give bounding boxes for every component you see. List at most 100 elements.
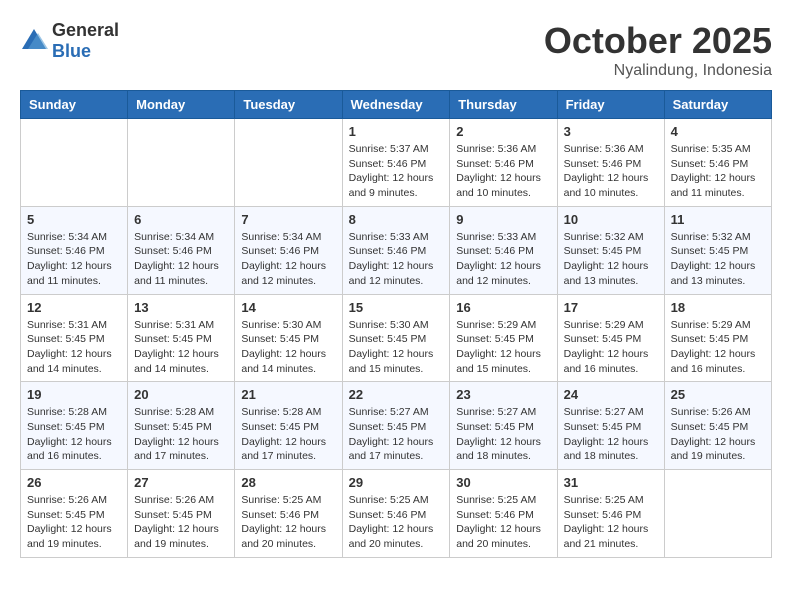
logo-general: General [52, 20, 119, 40]
calendar-week-row: 5Sunrise: 5:34 AM Sunset: 5:46 PM Daylig… [21, 206, 772, 294]
calendar-cell: 11Sunrise: 5:32 AM Sunset: 5:45 PM Dayli… [664, 206, 771, 294]
day-info: Sunrise: 5:33 AM Sunset: 5:46 PM Dayligh… [349, 230, 444, 289]
calendar-cell: 17Sunrise: 5:29 AM Sunset: 5:45 PM Dayli… [557, 294, 664, 382]
calendar-cell [128, 119, 235, 207]
calendar-cell: 9 Sunrise: 5:33 AM Sunset: 5:46 PM Daylig… [450, 206, 557, 294]
day-info: Sunrise: 5:25 AM Sunset: 5:46 PM Dayligh… [241, 493, 335, 552]
calendar-cell: 12 Sunrise: 5:31 AM Sunset: 5:45 PM Dayli… [21, 294, 128, 382]
logo: General Blue [20, 20, 119, 62]
day-info: Sunrise: 5:32 AM Sunset: 5:45 PM Dayligh… [564, 230, 658, 289]
day-of-week-header: Wednesday [342, 91, 450, 119]
day-number: 13 [134, 300, 228, 315]
calendar-cell: 10 Sunrise: 5:32 AM Sunset: 5:45 PM Dayli… [557, 206, 664, 294]
day-number: 3 [564, 124, 658, 139]
day-number: 10 [564, 212, 658, 227]
day-number: 29 [349, 475, 444, 490]
day-number: 9 [456, 212, 550, 227]
day-number: 26 [27, 475, 121, 490]
calendar-week-row: 1 Sunrise: 5:37 AM Sunset: 5:46 PM Daylig… [21, 119, 772, 207]
day-info: Sunrise: 5:30 AM Sunset: 5:45 PM Dayligh… [241, 318, 335, 377]
day-info: Sunrise: 5:27 AM Sunset: 5:45 PM Dayligh… [564, 405, 658, 464]
day-info: Sunrise: 5:31 AM Sunset: 5:45 PM Dayligh… [134, 318, 228, 377]
calendar-cell: 3 Sunrise: 5:36 AM Sunset: 5:46 PM Daylig… [557, 119, 664, 207]
header: General Blue October 2025 Nyalindung, In… [20, 20, 772, 80]
day-number: 7 [241, 212, 335, 227]
title-area: October 2025 Nyalindung, Indonesia [544, 20, 772, 80]
location-title: Nyalindung, Indonesia [544, 62, 772, 80]
calendar-cell: 26 Sunrise: 5:26 AM Sunset: 5:45 PM Dayli… [21, 470, 128, 558]
calendar-cell: 29 Sunrise: 5:25 AM Sunset: 5:46 PM Dayli… [342, 470, 450, 558]
day-of-week-header: Sunday [21, 91, 128, 119]
calendar-cell: 6Sunrise: 5:34 AM Sunset: 5:46 PM Daylig… [128, 206, 235, 294]
day-number: 12 [27, 300, 121, 315]
day-number: 23 [456, 387, 550, 402]
calendar-cell: 7Sunrise: 5:34 AM Sunset: 5:46 PM Daylig… [235, 206, 342, 294]
calendar-week-row: 19 Sunrise: 5:28 AM Sunset: 5:45 PM Dayli… [21, 382, 772, 470]
day-of-week-header: Friday [557, 91, 664, 119]
logo-icon [20, 27, 48, 55]
day-number: 4 [671, 124, 765, 139]
calendar-cell: 25Sunrise: 5:26 AM Sunset: 5:45 PM Dayli… [664, 382, 771, 470]
day-info: Sunrise: 5:26 AM Sunset: 5:45 PM Dayligh… [27, 493, 121, 552]
day-info: Sunrise: 5:34 AM Sunset: 5:46 PM Dayligh… [27, 230, 121, 289]
calendar-cell: 31 Sunrise: 5:25 AM Sunset: 5:46 PM Dayli… [557, 470, 664, 558]
day-info: Sunrise: 5:27 AM Sunset: 5:45 PM Dayligh… [456, 405, 550, 464]
day-number: 17 [564, 300, 658, 315]
day-number: 18 [671, 300, 765, 315]
day-number: 21 [241, 387, 335, 402]
day-number: 16 [456, 300, 550, 315]
logo-blue: Blue [52, 41, 91, 61]
day-of-week-header: Saturday [664, 91, 771, 119]
day-info: Sunrise: 5:28 AM Sunset: 5:45 PM Dayligh… [134, 405, 228, 464]
calendar-cell: 15Sunrise: 5:30 AM Sunset: 5:45 PM Dayli… [342, 294, 450, 382]
day-number: 1 [349, 124, 444, 139]
calendar-header-row: SundayMondayTuesdayWednesdayThursdayFrid… [21, 91, 772, 119]
day-of-week-header: Tuesday [235, 91, 342, 119]
calendar-cell: 4 Sunrise: 5:35 AM Sunset: 5:46 PM Daylig… [664, 119, 771, 207]
month-title: October 2025 [544, 20, 772, 62]
calendar-cell: 22Sunrise: 5:27 AM Sunset: 5:45 PM Dayli… [342, 382, 450, 470]
day-number: 19 [27, 387, 121, 402]
day-info: Sunrise: 5:25 AM Sunset: 5:46 PM Dayligh… [349, 493, 444, 552]
day-number: 6 [134, 212, 228, 227]
calendar-cell: 20 Sunrise: 5:28 AM Sunset: 5:45 PM Dayli… [128, 382, 235, 470]
day-info: Sunrise: 5:29 AM Sunset: 5:45 PM Dayligh… [456, 318, 550, 377]
day-info: Sunrise: 5:28 AM Sunset: 5:45 PM Dayligh… [241, 405, 335, 464]
day-info: Sunrise: 5:31 AM Sunset: 5:45 PM Dayligh… [27, 318, 121, 377]
day-info: Sunrise: 5:37 AM Sunset: 5:46 PM Dayligh… [349, 142, 444, 201]
day-info: Sunrise: 5:36 AM Sunset: 5:46 PM Dayligh… [564, 142, 658, 201]
day-info: Sunrise: 5:33 AM Sunset: 5:46 PM Dayligh… [456, 230, 550, 289]
calendar: SundayMondayTuesdayWednesdayThursdayFrid… [20, 90, 772, 558]
day-info: Sunrise: 5:26 AM Sunset: 5:45 PM Dayligh… [134, 493, 228, 552]
calendar-cell: 24 Sunrise: 5:27 AM Sunset: 5:45 PM Dayli… [557, 382, 664, 470]
calendar-cell: 27 Sunrise: 5:26 AM Sunset: 5:45 PM Dayli… [128, 470, 235, 558]
day-number: 20 [134, 387, 228, 402]
day-number: 15 [349, 300, 444, 315]
calendar-cell: 14 Sunrise: 5:30 AM Sunset: 5:45 PM Dayli… [235, 294, 342, 382]
calendar-cell: 19 Sunrise: 5:28 AM Sunset: 5:45 PM Dayli… [21, 382, 128, 470]
calendar-week-row: 26 Sunrise: 5:26 AM Sunset: 5:45 PM Dayli… [21, 470, 772, 558]
calendar-cell [235, 119, 342, 207]
day-info: Sunrise: 5:35 AM Sunset: 5:46 PM Dayligh… [671, 142, 765, 201]
day-number: 31 [564, 475, 658, 490]
calendar-cell: 2 Sunrise: 5:36 AM Sunset: 5:46 PM Daylig… [450, 119, 557, 207]
day-info: Sunrise: 5:36 AM Sunset: 5:46 PM Dayligh… [456, 142, 550, 201]
calendar-cell: 18Sunrise: 5:29 AM Sunset: 5:45 PM Dayli… [664, 294, 771, 382]
day-number: 30 [456, 475, 550, 490]
day-number: 2 [456, 124, 550, 139]
calendar-cell: 16 Sunrise: 5:29 AM Sunset: 5:45 PM Dayli… [450, 294, 557, 382]
calendar-cell: 1 Sunrise: 5:37 AM Sunset: 5:46 PM Daylig… [342, 119, 450, 207]
calendar-cell: 28 Sunrise: 5:25 AM Sunset: 5:46 PM Dayli… [235, 470, 342, 558]
day-number: 8 [349, 212, 444, 227]
day-info: Sunrise: 5:25 AM Sunset: 5:46 PM Dayligh… [564, 493, 658, 552]
day-number: 27 [134, 475, 228, 490]
calendar-cell [21, 119, 128, 207]
day-info: Sunrise: 5:28 AM Sunset: 5:45 PM Dayligh… [27, 405, 121, 464]
day-number: 22 [349, 387, 444, 402]
day-number: 14 [241, 300, 335, 315]
day-info: Sunrise: 5:26 AM Sunset: 5:45 PM Dayligh… [671, 405, 765, 464]
day-number: 11 [671, 212, 765, 227]
day-number: 28 [241, 475, 335, 490]
day-number: 24 [564, 387, 658, 402]
calendar-cell: 8 Sunrise: 5:33 AM Sunset: 5:46 PM Daylig… [342, 206, 450, 294]
